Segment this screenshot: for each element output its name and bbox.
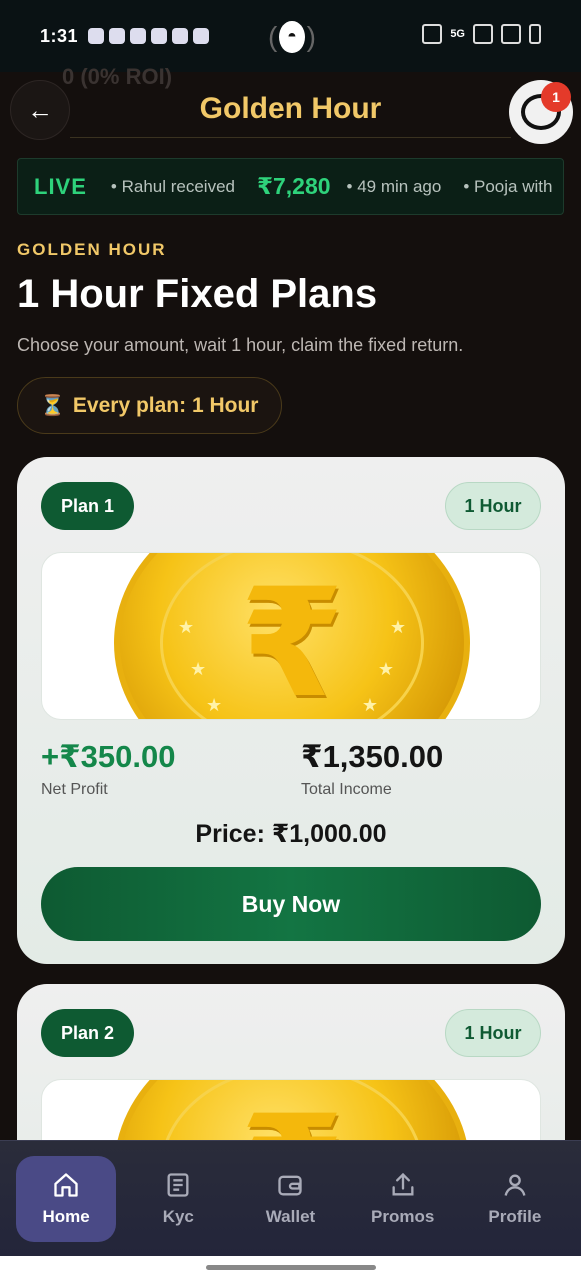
- nav-profile[interactable]: Profile: [465, 1156, 565, 1242]
- share-icon: [392, 1172, 414, 1195]
- plan-duration-tag: 1 Hour: [445, 482, 541, 530]
- document-icon: [167, 1172, 189, 1197]
- signal-icon: [473, 24, 493, 44]
- plan-image: ₹ ★ ★ ★ ★ ★ ★ ★ ★: [41, 552, 541, 720]
- chat-badge: 1: [541, 82, 571, 112]
- section-subtitle: Choose your amount, wait 1 hour, claim t…: [17, 335, 464, 355]
- section-eyebrow: GOLDEN HOUR: [17, 240, 167, 259]
- battery-icon: [529, 24, 541, 44]
- notification-icons: [88, 28, 210, 44]
- page-title: Golden Hour: [199, 92, 382, 125]
- status-time: 1:31: [40, 25, 79, 46]
- app-header: 0 (0% ROI) ← Golden Hour 1: [0, 64, 581, 152]
- ticker-text: • 49 min ago: [346, 176, 442, 196]
- network-type: 5G: [450, 28, 465, 40]
- nav-home[interactable]: Home: [16, 1155, 117, 1242]
- live-label: LIVE: [34, 173, 87, 199]
- notification-icon: [193, 28, 210, 44]
- nav-wallet[interactable]: Wallet: [240, 1156, 340, 1242]
- system-icons: 5G: [422, 24, 541, 44]
- bottom-navigation: Home Kyc Wallet Promos Profile: [0, 1140, 581, 1256]
- alarm-icon: [422, 24, 443, 44]
- notification-icon: [151, 28, 168, 44]
- nav-label: Profile: [488, 1206, 542, 1226]
- user-icon: [504, 1174, 526, 1196]
- gesture-handle[interactable]: [206, 1265, 376, 1270]
- nav-kyc[interactable]: Kyc: [128, 1156, 228, 1242]
- scrolled-roi-text: 0 (0% ROI): [62, 64, 173, 89]
- total-income-label: Total Income: [301, 781, 392, 798]
- duration-pill-label: Every plan: 1 Hour: [72, 393, 259, 417]
- status-bar: 1:31 (◓) 5G: [0, 0, 581, 72]
- hourglass-icon: ⏳: [40, 395, 65, 417]
- nav-label: Wallet: [265, 1206, 316, 1226]
- plan-price: Price: ₹1,000.00: [195, 820, 387, 848]
- hotspot-indicator: (◓): [268, 21, 316, 53]
- nav-promos[interactable]: Promos: [353, 1156, 453, 1242]
- plan-card: Plan 1 1 Hour ₹ ★ ★ ★ ★ ★ ★ ★ ★ +₹350.00…: [17, 457, 565, 964]
- ticker-text: • Rahul received: [110, 176, 235, 196]
- home-icon: [54, 1172, 78, 1197]
- gesture-bar: [0, 1256, 581, 1280]
- signal-icon: [501, 24, 521, 44]
- plan-name-tag: Plan 1: [41, 482, 135, 530]
- nav-label: Home: [42, 1206, 90, 1226]
- chat-button[interactable]: 1: [509, 80, 573, 144]
- plan-duration-tag: 1 Hour: [445, 1009, 541, 1057]
- section-title: 1 Hour Fixed Plans: [17, 272, 378, 316]
- hotspot-icon: ◓: [279, 21, 305, 53]
- notification-icon: [130, 28, 147, 44]
- duration-pill: ⏳ Every plan: 1 Hour: [17, 377, 282, 434]
- total-income-value: ₹1,350.00: [301, 739, 444, 774]
- ticker-text: • Pooja with: [463, 176, 553, 196]
- net-profit-value: +₹350.00: [41, 739, 176, 774]
- plan-name-tag: Plan 2: [41, 1009, 135, 1057]
- nav-label: Kyc: [162, 1206, 194, 1226]
- rupee-coin-icon: ₹ ★ ★ ★ ★ ★ ★ ★ ★: [114, 553, 470, 719]
- notification-icon: [88, 28, 105, 44]
- nav-label: Promos: [371, 1206, 435, 1226]
- header-divider: [70, 137, 511, 138]
- notification-icon: [172, 28, 189, 44]
- buy-now-button[interactable]: Buy Now: [41, 867, 541, 941]
- live-ticker: LIVE • Rahul received ₹7,280 • 49 min ag…: [17, 158, 564, 215]
- net-profit-label: Net Profit: [41, 781, 108, 798]
- ticker-amount: ₹7,280: [256, 173, 331, 199]
- wallet-icon: [278, 1175, 303, 1195]
- notification-icon: [109, 28, 126, 44]
